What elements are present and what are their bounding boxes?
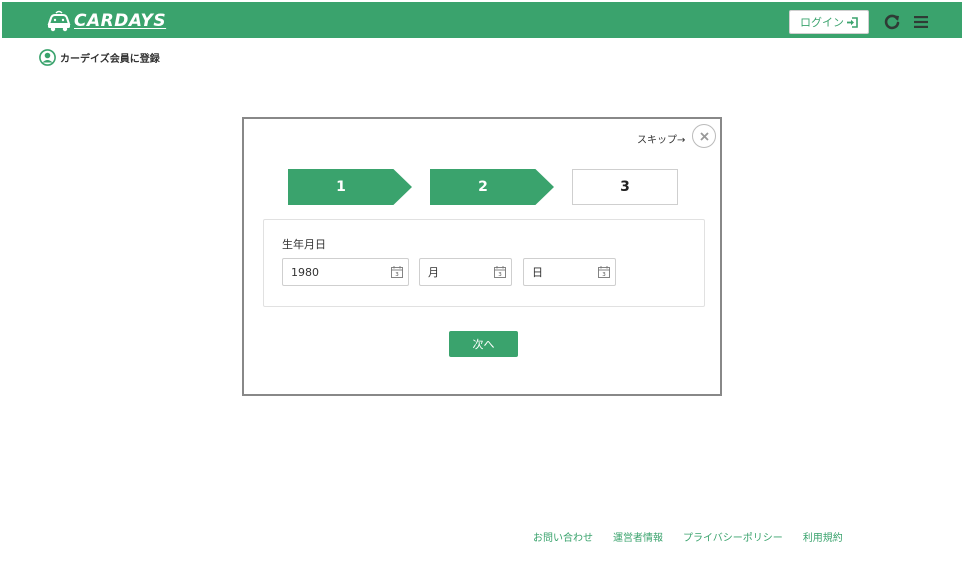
- step-3-label: 3: [620, 179, 630, 195]
- svg-text:3: 3: [498, 272, 502, 278]
- register-member-link[interactable]: カーデイズ会員に登録: [39, 49, 160, 66]
- user-circle-icon: [39, 49, 56, 66]
- next-button[interactable]: 次へ: [449, 331, 518, 357]
- close-icon: [699, 131, 709, 141]
- cardays-logo[interactable]: CARDAYS: [46, 8, 166, 34]
- birth-year-value: 1980: [291, 265, 319, 279]
- login-arrow-icon: [847, 16, 858, 28]
- step-2-indicator: 2: [430, 169, 554, 205]
- top-navigation-bar: CARDAYS ログイン: [2, 2, 962, 38]
- refresh-icon[interactable]: [884, 14, 900, 30]
- footer-link-privacy-policy[interactable]: プライバシーポリシー: [683, 529, 783, 544]
- svg-text:3: 3: [395, 272, 399, 278]
- registration-modal: スキップ→ 1 2 3 生年月日 1980 3 月 3 日 3 次へ: [242, 117, 722, 396]
- step-3-indicator: 3: [572, 169, 678, 205]
- birth-year-input[interactable]: 1980 3: [282, 258, 409, 286]
- birth-day-input[interactable]: 日 3: [523, 258, 616, 286]
- register-member-label: カーデイズ会員に登録: [60, 54, 160, 65]
- footer-links: お問い合わせ 運営者情報 プライバシーポリシー 利用規約: [533, 529, 843, 544]
- brand-name: CARDAYS: [74, 11, 167, 31]
- calendar-icon: 3: [598, 266, 610, 278]
- step-2-label: 2: [478, 179, 488, 195]
- next-button-label: 次へ: [472, 338, 495, 351]
- close-button[interactable]: [692, 124, 716, 148]
- hamburger-menu-icon[interactable]: [914, 16, 928, 28]
- footer-link-contact[interactable]: お問い合わせ: [533, 529, 593, 544]
- calendar-icon: 3: [494, 266, 506, 278]
- footer-link-terms-of-use[interactable]: 利用規約: [803, 529, 843, 544]
- step-1-indicator: 1: [288, 169, 412, 205]
- login-button[interactable]: ログイン: [789, 10, 869, 34]
- birthdate-label: 生年月日: [282, 238, 326, 251]
- birth-month-value: 月: [428, 266, 439, 279]
- birth-month-input[interactable]: 月 3: [419, 258, 512, 286]
- step-1-label: 1: [336, 179, 346, 195]
- skip-link[interactable]: スキップ→: [637, 131, 685, 146]
- footer-link-operator-info[interactable]: 運営者情報: [613, 529, 663, 544]
- car-logo-icon: [47, 10, 71, 32]
- svg-text:3: 3: [602, 272, 606, 278]
- calendar-icon: 3: [391, 266, 403, 278]
- birth-day-value: 日: [532, 266, 543, 279]
- login-button-label: ログイン: [800, 16, 844, 29]
- birthdate-panel: 生年月日 1980 3 月 3 日 3: [263, 219, 705, 307]
